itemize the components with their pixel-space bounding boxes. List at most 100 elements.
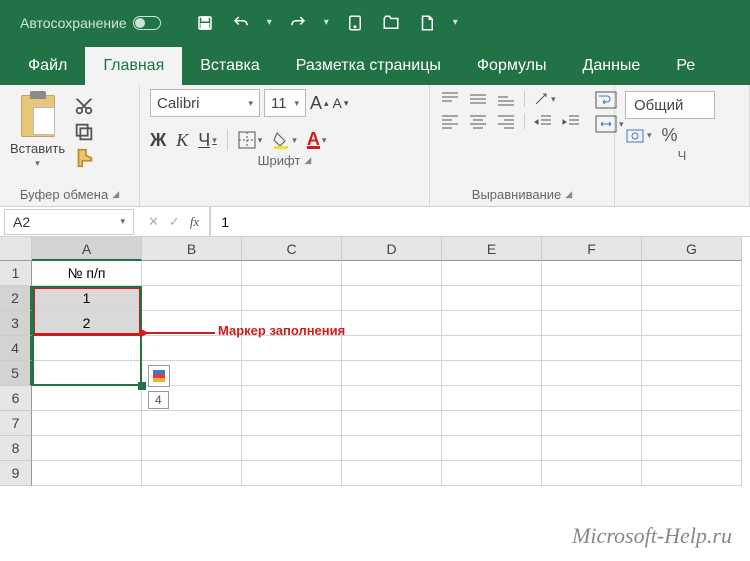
redo-icon[interactable] <box>288 13 308 33</box>
cell[interactable] <box>442 361 542 386</box>
cell[interactable] <box>342 386 442 411</box>
fill-handle[interactable] <box>138 382 146 390</box>
font-size-combo[interactable]: 11▾ <box>264 89 306 117</box>
tab-formulas[interactable]: Формулы <box>459 47 565 85</box>
cell-A2[interactable]: 1 <box>32 286 142 311</box>
cell[interactable] <box>342 411 442 436</box>
cell[interactable] <box>242 261 342 286</box>
decrease-indent-icon[interactable] <box>533 113 553 129</box>
cell[interactable] <box>442 386 542 411</box>
align-left-icon[interactable] <box>440 113 460 129</box>
autosave-toggle[interactable]: Автосохранение <box>20 15 161 31</box>
cell[interactable] <box>32 411 142 436</box>
cell[interactable] <box>32 461 142 486</box>
cell[interactable] <box>642 261 742 286</box>
enter-icon[interactable]: ✓ <box>169 214 180 230</box>
cell[interactable] <box>342 336 442 361</box>
cell-A5[interactable] <box>32 361 142 386</box>
col-header-G[interactable]: G <box>642 237 742 261</box>
cell[interactable] <box>242 386 342 411</box>
chevron-down-icon[interactable]: ▾ <box>288 98 299 109</box>
tab-data[interactable]: Данные <box>565 47 659 85</box>
chevron-down-icon[interactable]: ▾ <box>267 17 272 28</box>
cell[interactable] <box>242 361 342 386</box>
copy-icon[interactable] <box>73 121 95 141</box>
col-header-A[interactable]: A <box>32 237 142 261</box>
percent-button[interactable]: % <box>662 125 678 146</box>
cancel-icon[interactable]: ✕ <box>148 214 159 230</box>
cell[interactable] <box>242 461 342 486</box>
cell[interactable] <box>142 261 242 286</box>
cell[interactable] <box>542 386 642 411</box>
cell[interactable] <box>342 436 442 461</box>
cut-icon[interactable] <box>73 95 95 115</box>
open-icon[interactable] <box>381 13 401 33</box>
autofill-options-button[interactable] <box>148 365 170 387</box>
chevron-down-icon[interactable]: ▾ <box>120 216 125 227</box>
paste-button[interactable]: Вставить ▾ <box>10 89 65 169</box>
worksheet-grid[interactable]: A B C D E F G 1№ п/п 21 32 4 5 6 7 8 9 4… <box>0 237 750 486</box>
cell[interactable] <box>342 461 442 486</box>
select-all-corner[interactable] <box>0 237 32 261</box>
cell[interactable] <box>142 286 242 311</box>
align-bottom-icon[interactable] <box>496 91 516 107</box>
cell-A1[interactable]: № п/п <box>32 261 142 286</box>
borders-button[interactable]: ▾ <box>238 131 263 149</box>
align-top-icon[interactable] <box>440 91 460 107</box>
align-middle-icon[interactable] <box>468 91 488 107</box>
cell[interactable] <box>642 286 742 311</box>
cell[interactable] <box>442 286 542 311</box>
cell[interactable] <box>242 411 342 436</box>
save-icon[interactable] <box>195 13 215 33</box>
cell[interactable] <box>542 336 642 361</box>
col-header-D[interactable]: D <box>342 237 442 261</box>
cell[interactable] <box>242 336 342 361</box>
toggle-off-icon[interactable] <box>133 16 161 30</box>
cell[interactable] <box>442 436 542 461</box>
row-header-1[interactable]: 1 <box>0 261 32 286</box>
undo-icon[interactable] <box>231 13 251 33</box>
cell[interactable] <box>542 361 642 386</box>
row-header-4[interactable]: 4 <box>0 336 32 361</box>
new-icon[interactable] <box>417 13 437 33</box>
cell[interactable] <box>542 461 642 486</box>
cell[interactable] <box>342 361 442 386</box>
cell[interactable] <box>542 411 642 436</box>
row-header-7[interactable]: 7 <box>0 411 32 436</box>
cell[interactable] <box>242 286 342 311</box>
tab-file[interactable]: Файл <box>10 47 85 85</box>
dialog-launcher-icon[interactable]: ◢ <box>565 189 572 200</box>
cell[interactable] <box>542 261 642 286</box>
dialog-launcher-icon[interactable]: ◢ <box>112 189 119 200</box>
cell[interactable] <box>542 436 642 461</box>
align-right-icon[interactable] <box>496 113 516 129</box>
accounting-format-icon[interactable]: ▾ <box>625 128 652 144</box>
chevron-down-icon[interactable]: ▾ <box>453 17 458 28</box>
cell[interactable] <box>142 436 242 461</box>
cell[interactable] <box>242 436 342 461</box>
format-painter-icon[interactable] <box>73 147 95 167</box>
cell[interactable] <box>642 461 742 486</box>
fx-icon[interactable]: fx <box>190 214 199 230</box>
tab-home[interactable]: Главная <box>85 47 182 85</box>
chevron-down-icon[interactable]: ▾ <box>35 158 40 169</box>
italic-button[interactable]: К <box>176 130 188 151</box>
decrease-font-icon[interactable]: А▾ <box>333 95 349 111</box>
chevron-down-icon[interactable]: ▾ <box>324 17 329 28</box>
col-header-B[interactable]: B <box>142 237 242 261</box>
formula-input[interactable]: 1 <box>210 207 750 236</box>
cell-A4[interactable] <box>32 336 142 361</box>
name-box[interactable]: A2▾ <box>4 209 134 235</box>
cell[interactable] <box>442 261 542 286</box>
number-format-combo[interactable]: Общий <box>625 91 715 119</box>
cell[interactable] <box>642 336 742 361</box>
cell[interactable] <box>442 336 542 361</box>
align-center-icon[interactable] <box>468 113 488 129</box>
tab-insert[interactable]: Вставка <box>182 47 277 85</box>
cell[interactable] <box>642 361 742 386</box>
row-header-5[interactable]: 5 <box>0 361 32 386</box>
row-header-9[interactable]: 9 <box>0 461 32 486</box>
cell-A3[interactable]: 2 <box>32 311 142 336</box>
increase-indent-icon[interactable] <box>561 113 581 129</box>
row-header-2[interactable]: 2 <box>0 286 32 311</box>
